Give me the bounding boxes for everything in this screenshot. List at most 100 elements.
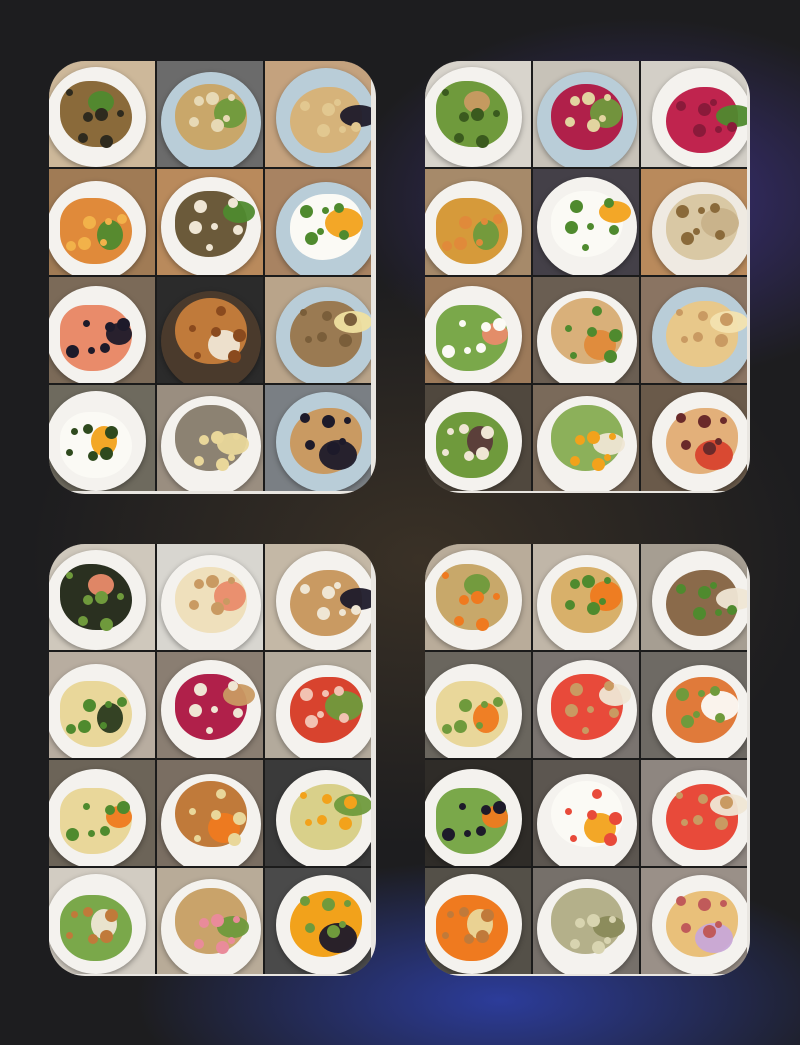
topping — [676, 792, 683, 799]
food-photo — [157, 169, 263, 275]
topping — [727, 122, 737, 132]
food-photo — [641, 760, 747, 866]
topping — [334, 582, 341, 589]
topping — [442, 345, 455, 358]
topping — [317, 332, 327, 342]
topping — [476, 722, 483, 729]
topping — [327, 925, 340, 938]
topping — [83, 595, 93, 605]
topping — [481, 218, 488, 225]
topping — [233, 433, 240, 440]
topping — [447, 911, 454, 918]
topping — [587, 223, 594, 230]
topping — [698, 311, 708, 321]
food-photo — [265, 544, 371, 650]
food-photo — [49, 652, 155, 758]
topping — [587, 914, 600, 927]
topping — [476, 826, 486, 836]
topping — [339, 438, 346, 445]
topping — [454, 237, 467, 250]
topping — [493, 801, 506, 814]
topping — [100, 722, 107, 729]
topping — [194, 200, 207, 213]
topping — [715, 126, 722, 133]
topping — [105, 218, 112, 225]
topping — [117, 214, 127, 224]
topping — [459, 216, 472, 229]
topping — [587, 810, 597, 820]
topping — [100, 930, 113, 943]
topping — [570, 456, 580, 466]
topping — [194, 683, 207, 696]
food-collage-bottom-right — [425, 544, 750, 976]
topping — [587, 431, 600, 444]
topping — [194, 835, 201, 842]
food-photo — [641, 544, 747, 650]
topping — [710, 686, 720, 696]
topping — [476, 135, 489, 148]
topping — [442, 241, 452, 251]
topping — [565, 117, 575, 127]
topping — [676, 101, 686, 111]
food-photo — [49, 169, 155, 275]
food-photo — [157, 544, 263, 650]
topping — [710, 582, 717, 589]
topping — [194, 96, 204, 106]
topping — [715, 817, 728, 830]
food-photo — [265, 760, 371, 866]
topping — [117, 110, 124, 117]
topping — [117, 593, 124, 600]
topping — [100, 618, 113, 631]
topping — [681, 923, 691, 933]
photo-grid — [49, 544, 371, 974]
topping — [570, 835, 577, 842]
topping — [211, 223, 218, 230]
topping — [189, 117, 199, 127]
topping — [604, 833, 617, 846]
topping — [206, 92, 219, 105]
topping — [211, 119, 224, 132]
topping — [339, 334, 352, 347]
topping — [587, 602, 600, 615]
photo-grid — [425, 61, 747, 491]
topping — [459, 424, 469, 434]
food-photo — [533, 385, 639, 491]
topping — [300, 309, 307, 316]
topping — [105, 909, 118, 922]
topping — [698, 415, 711, 428]
topping — [582, 575, 595, 588]
topping — [575, 435, 585, 445]
topping — [83, 320, 90, 327]
topping — [189, 808, 196, 815]
topping — [481, 909, 494, 922]
topping — [442, 932, 449, 939]
topping — [105, 805, 115, 815]
topping — [305, 336, 312, 343]
topping — [481, 426, 494, 439]
topping — [317, 124, 330, 137]
food-photo — [265, 169, 371, 275]
food-photo — [425, 277, 531, 383]
topping — [66, 828, 79, 841]
topping — [604, 937, 611, 944]
topping — [300, 205, 313, 218]
topping — [211, 914, 224, 927]
topping — [100, 239, 107, 246]
topping — [322, 207, 329, 214]
topping — [676, 688, 689, 701]
topping — [189, 325, 196, 332]
topping — [715, 609, 722, 616]
topping — [693, 124, 706, 137]
topping — [339, 126, 346, 133]
topping — [206, 575, 219, 588]
topping — [66, 572, 73, 579]
topping — [676, 584, 686, 594]
topping — [681, 819, 688, 826]
topping — [199, 435, 209, 445]
topping — [676, 309, 683, 316]
topping — [300, 896, 310, 906]
topping — [587, 327, 597, 337]
topping — [339, 609, 346, 616]
topping — [459, 699, 472, 712]
food-photo — [157, 760, 263, 866]
